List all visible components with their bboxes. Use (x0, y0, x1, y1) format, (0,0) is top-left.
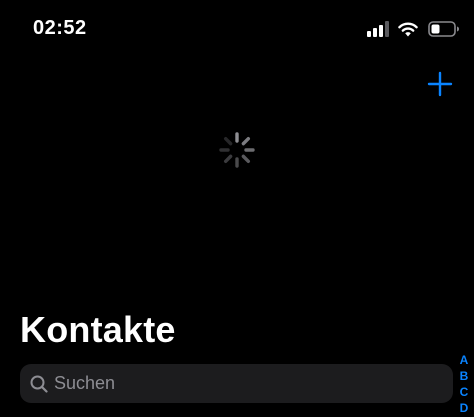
search-bar[interactable] (20, 364, 453, 403)
status-time: 02:52 (33, 17, 87, 39)
section-index[interactable]: A B C D (456, 352, 472, 416)
index-letter-c[interactable]: C (456, 384, 472, 400)
add-contact-button[interactable] (424, 68, 456, 100)
battery-icon (428, 21, 459, 37)
activity-spinner-icon (219, 132, 255, 168)
index-letter-a[interactable]: A (456, 352, 472, 368)
index-letter-d[interactable]: D (456, 400, 472, 416)
page-title: Kontakte (20, 309, 176, 350)
wifi-icon (398, 22, 418, 37)
status-bar: 02:52 (0, 0, 474, 56)
plus-icon (427, 71, 453, 97)
cellular-signal-icon (367, 21, 389, 37)
magnifier-icon (30, 375, 48, 393)
index-letter-b[interactable]: B (456, 368, 472, 384)
search-input[interactable] (54, 373, 453, 394)
status-icons (367, 18, 460, 40)
